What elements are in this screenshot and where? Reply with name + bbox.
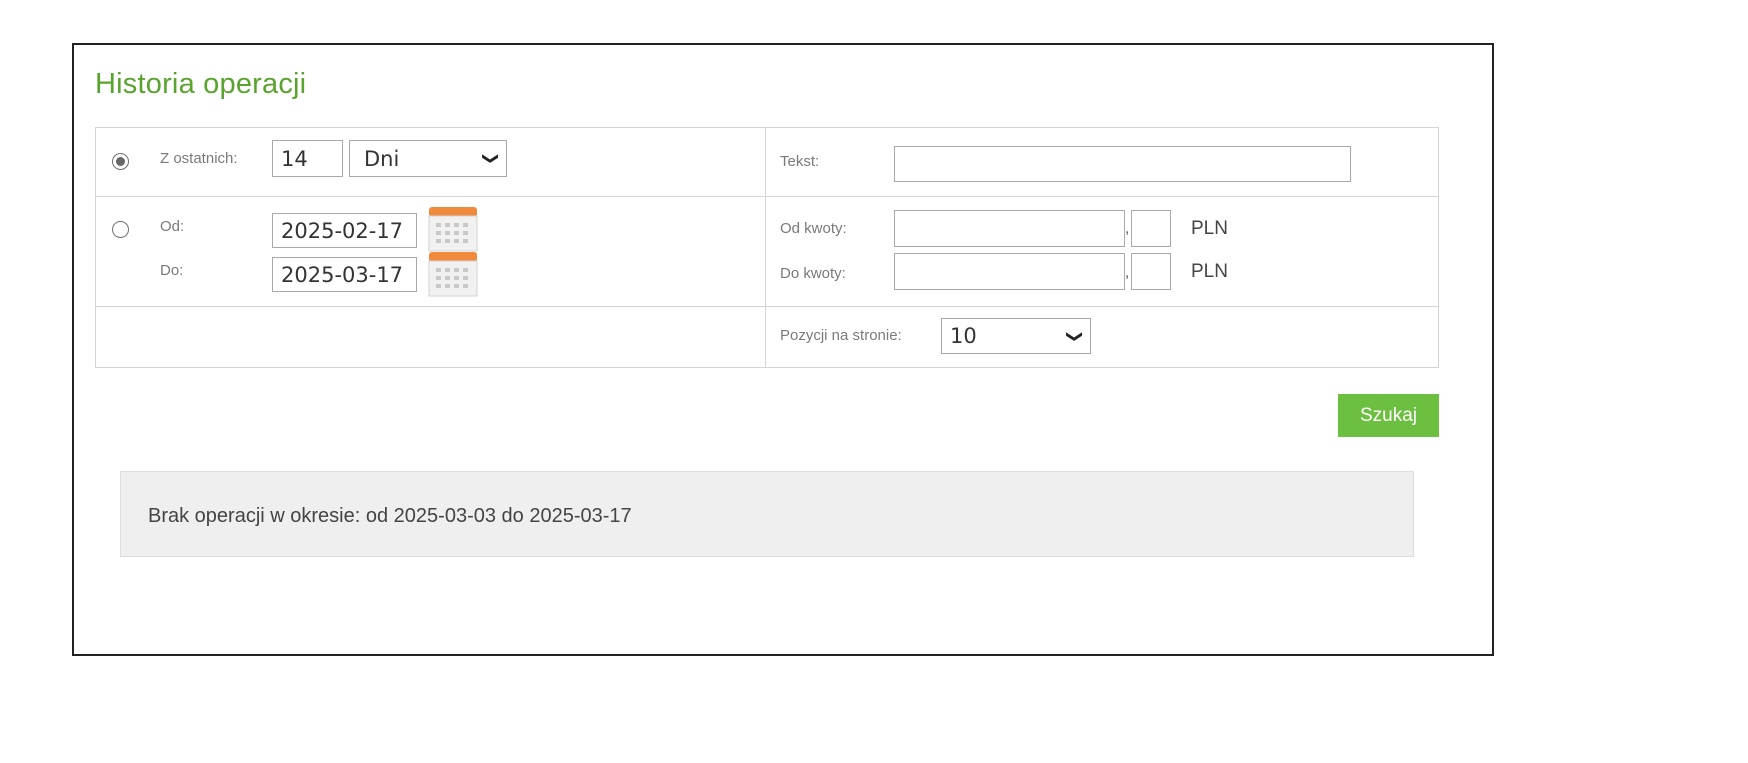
currency-label: PLN [1191,261,1228,282]
decimal-separator: , [1125,220,1130,237]
grid-divider [95,196,1439,197]
amount-to-label: Do kwoty: [780,265,846,282]
amount-to-decimal-input[interactable] [1131,253,1171,290]
per-page-label: Pozycji na stronie: [780,327,902,344]
date-from-input[interactable]: 2025-02-17 [272,213,417,248]
page-title: Historia operacji [95,68,307,100]
per-page-value: 10 [950,324,977,348]
amount-from-decimal-input[interactable] [1131,210,1171,247]
date-to-input[interactable]: 2025-03-17 [272,257,417,292]
amount-to-integer-input[interactable] [894,253,1125,290]
period-unit-value: Dni [364,146,400,171]
text-label: Tekst: [780,153,820,170]
no-operations-message: Brak operacji w okresie: od 2025-03-03 d… [148,505,632,527]
date-from-label: Od: [160,218,185,235]
currency-label: PLN [1191,218,1228,239]
search-button[interactable]: Szukaj [1338,394,1439,437]
calendar-icon[interactable] [428,251,478,297]
grid-divider [95,306,1439,307]
text-search-input[interactable] [894,146,1351,182]
last-period-label: Z ostatnich: [160,150,238,167]
date-range-radio[interactable] [112,221,129,238]
chevron-down-icon: ❯ [481,151,501,166]
decimal-separator: , [1125,264,1130,281]
amount-from-integer-input[interactable] [894,210,1125,247]
date-to-label: Do: [160,262,184,279]
calendar-icon[interactable] [428,206,478,252]
period-unit-select[interactable]: Dni ❯ [349,140,507,177]
chevron-down-icon: ❯ [1065,329,1085,343]
last-period-count-input[interactable]: 14 [272,140,343,177]
per-page-select[interactable]: 10 ❯ [941,318,1091,354]
amount-from-label: Od kwoty: [780,220,847,237]
grid-divider [765,127,766,368]
last-period-radio[interactable] [112,153,129,170]
